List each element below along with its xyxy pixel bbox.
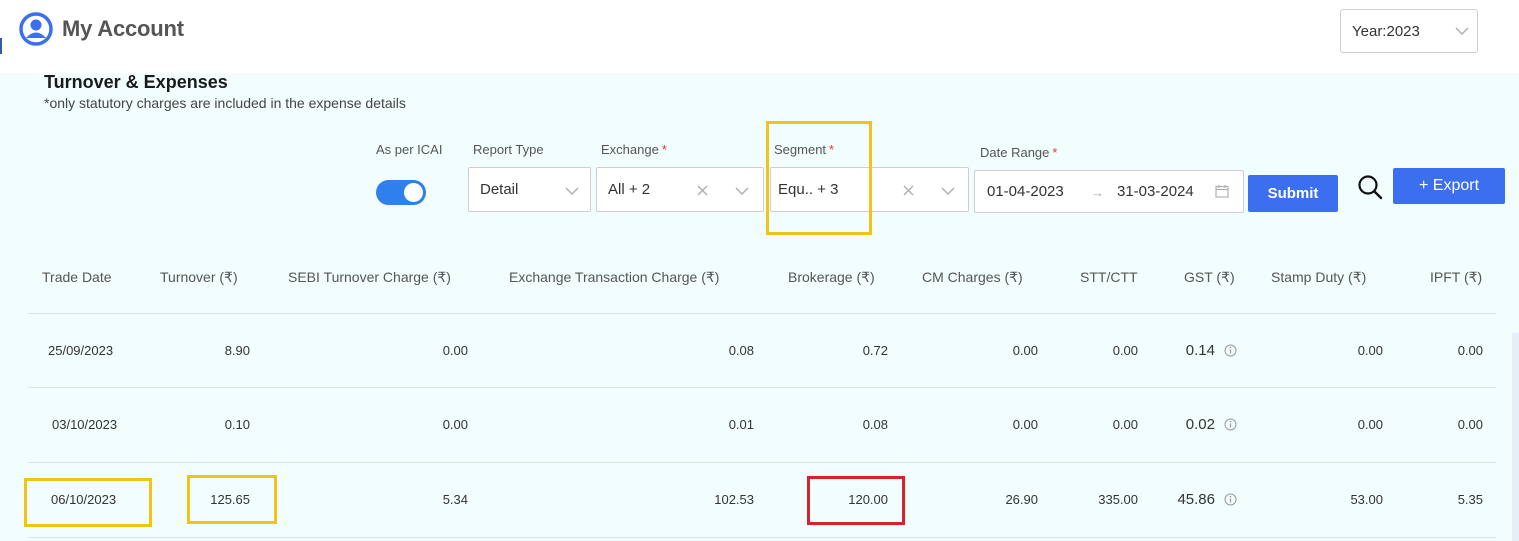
column-header-brokerage: Brokerage (₹) [788,269,875,285]
cell-turnover: 0.10 [224,417,250,432]
column-header-ipft: IPFT (₹) [1430,269,1483,285]
year-select[interactable]: Year:2023 [1340,9,1478,53]
cell-exchange-transaction-charge: 0.01 [728,417,754,432]
cell-trade-date: 03/10/2023 [52,417,118,432]
scrollbar-track[interactable] [1512,333,1519,541]
row-divider [28,313,1496,314]
chevron-down-icon [941,187,955,196]
column-header-gst: GST (₹) [1184,269,1235,285]
cell-sebi-turnover-charge: 5.34 [442,492,468,507]
exchange-label: Exchange * [601,142,667,157]
section-title: Turnover & Expenses [44,72,228,92]
column-header-stamp-duty: Stamp Duty (₹) [1271,269,1367,285]
toggle-knob [404,183,423,202]
section-note: *only statutory charges are included in … [44,95,406,111]
date-to[interactable]: 31-03-2024 [1117,183,1194,200]
cell-turnover: 8.90 [224,343,250,358]
cell-cm-charges: 0.00 [1012,343,1038,358]
date-from[interactable]: 01-04-2023 [987,183,1064,200]
column-header-turnover: Turnover (₹) [160,269,238,285]
user-circle-icon [19,12,53,46]
cell-trade-date: 06/10/2023 [51,492,117,507]
cell-gst: 0.02 [1185,416,1215,433]
year-select-value: Year:2023 [1352,23,1420,40]
cell-brokerage: 0.72 [862,343,888,358]
arrow-right-icon: → [1091,185,1104,200]
column-header-sebi-turnover-charge: SEBI Turnover Charge (₹) [288,269,451,285]
cell-brokerage: 0.08 [862,417,888,432]
cell-ipft: 0.00 [1457,343,1483,358]
date-range-label: Date Range * [980,145,1058,160]
report-type-select[interactable]: Detail [468,167,591,212]
column-header-cm-charges: CM Charges (₹) [922,269,1023,285]
cell-sebi-turnover-charge: 0.00 [442,343,468,358]
info-icon[interactable] [1224,493,1237,506]
content-panel [0,73,1519,541]
cell-ipft: 5.35 [1457,492,1483,507]
close-icon[interactable] [697,185,708,196]
cell-cm-charges: 0.00 [1012,417,1038,432]
exchange-select[interactable]: All + 2 [596,167,764,212]
top-bar: My Account Year:2023 [0,0,1519,73]
report-type-label: Report Type [473,142,544,157]
chevron-down-icon [565,187,579,196]
cell-turnover: 125.65 [210,492,250,507]
cell-exchange-transaction-charge: 0.08 [728,343,754,358]
column-header-stt-ctt: STT/CTT [1080,269,1138,285]
cell-stt-ctt: 335.00 [1098,492,1138,507]
cell-stamp-duty: 0.00 [1357,343,1383,358]
chevron-down-icon [735,187,749,196]
chevron-down-icon [1455,27,1469,36]
cell-brokerage: 120.00 [848,492,888,507]
segment-value: Equ.. + 3 [778,181,839,198]
report-type-value: Detail [480,181,519,198]
column-header-exchange-transaction-charge: Exchange Transaction Charge (₹) [509,269,720,285]
cell-gst: 0.14 [1185,342,1215,359]
cell-stt-ctt: 0.00 [1112,343,1138,358]
icai-toggle[interactable] [376,180,426,205]
cell-ipft: 0.00 [1457,417,1483,432]
cell-gst: 45.86 [1177,491,1215,508]
segment-select[interactable]: Equ.. + 3 [770,167,969,212]
cell-stamp-duty: 53.00 [1350,492,1383,507]
info-icon[interactable] [1224,344,1237,357]
cell-cm-charges: 26.90 [1005,492,1038,507]
cell-exchange-transaction-charge: 102.53 [714,492,754,507]
icai-label: As per ICAI [376,142,443,157]
search-icon[interactable] [1357,174,1383,200]
date-range-picker[interactable]: 01-04-2023 → 31-03-2024 [974,170,1244,213]
row-divider [28,387,1496,388]
submit-button[interactable]: Submit [1248,175,1338,212]
app-title: My Account [62,16,184,41]
sidebar-edge [0,38,2,54]
cell-stt-ctt: 0.00 [1112,417,1138,432]
info-icon[interactable] [1224,418,1237,431]
row-divider [28,462,1496,463]
calendar-icon[interactable] [1215,184,1229,198]
row-divider [28,537,1496,538]
cell-trade-date: 25/09/2023 [48,343,114,358]
export-button[interactable]: + Export [1393,168,1505,204]
segment-label: Segment * [774,142,835,157]
cell-sebi-turnover-charge: 0.00 [442,417,468,432]
exchange-value: All + 2 [608,181,651,198]
close-icon[interactable] [903,185,914,196]
column-header-trade-date: Trade Date [42,269,112,285]
cell-stamp-duty: 0.00 [1357,417,1383,432]
